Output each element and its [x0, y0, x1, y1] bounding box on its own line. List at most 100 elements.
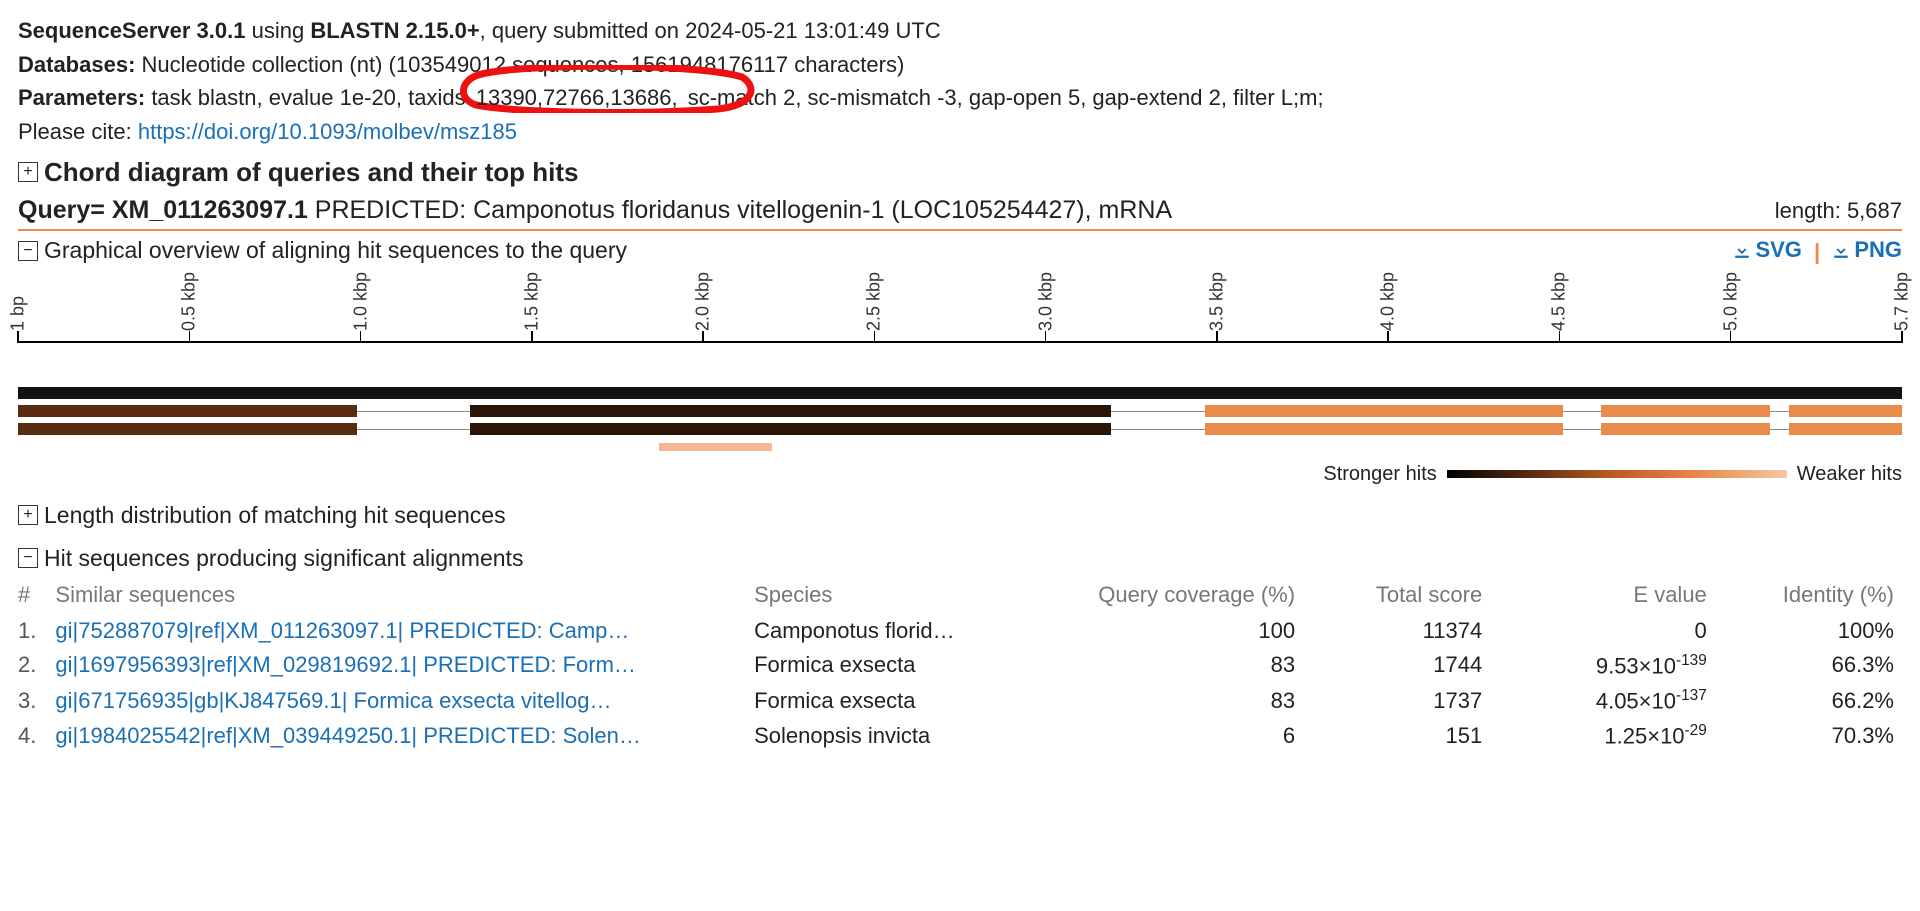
track-row — [18, 405, 1902, 419]
cite-line: Please cite: https://doi.org/10.1093/mol… — [18, 117, 1902, 147]
query-header-row: Query= XM_011263097.1 PREDICTED: Campono… — [18, 196, 1902, 231]
ruler-tick — [189, 331, 191, 343]
col-num: # — [18, 576, 55, 614]
ruler-tick — [702, 331, 704, 343]
ruler-tick — [17, 331, 19, 343]
row-index: 3. — [18, 683, 55, 718]
row-score: 1744 — [1303, 648, 1490, 683]
graphical-overview-header[interactable]: − Graphical overview of aligning hit seq… — [18, 237, 627, 264]
separator: | — [1808, 239, 1826, 264]
ruler-tick — [1216, 331, 1218, 343]
sequence-ruler: 1 bp0.5 kbp1.0 kbp1.5 kbp2.0 kbp2.5 kbp3… — [18, 271, 1902, 367]
highlight-annotation: 13390,72766,13686, — [472, 83, 682, 113]
databases-value: Nucleotide collection (nt) (103549012 se… — [142, 52, 905, 77]
query-length: length: 5,687 — [1775, 198, 1902, 224]
row-identity: 66.2% — [1715, 683, 1902, 718]
row-seq: gi|671756935|gb|KJ847569.1| Formica exse… — [55, 683, 754, 718]
table-row: 4.gi|1984025542|ref|XM_039449250.1| PRED… — [18, 718, 1902, 753]
ruler-baseline — [18, 341, 1902, 343]
row-score: 151 — [1303, 718, 1490, 753]
track-row — [18, 441, 1902, 455]
ruler-tick-label: 1 bp — [8, 296, 29, 331]
query-title: Query= XM_011263097.1 PREDICTED: Campono… — [18, 196, 1172, 225]
row-identity: 66.3% — [1715, 648, 1902, 683]
length-dist-header[interactable]: + Length distribution of matching hit se… — [18, 502, 1902, 529]
ruler-tick — [1387, 331, 1389, 343]
hit-link[interactable]: gi|1984025542|ref|XM_039449250.1| PREDIC… — [55, 723, 640, 748]
row-species: Solenopsis invicta — [754, 718, 1028, 753]
row-seq: gi|1984025542|ref|XM_039449250.1| PREDIC… — [55, 718, 754, 753]
hits-section-header[interactable]: − Hit sequences producing significant al… — [18, 545, 1902, 572]
col-species: Species — [754, 576, 1028, 614]
row-identity: 70.3% — [1715, 718, 1902, 753]
plus-icon[interactable]: + — [18, 505, 38, 525]
download-icon — [1832, 241, 1850, 259]
table-row: 1.gi|752887079|ref|XM_011263097.1| PREDI… — [18, 614, 1902, 648]
row-coverage: 83 — [1029, 648, 1303, 683]
track-row — [18, 387, 1902, 401]
row-identity: 100% — [1715, 614, 1902, 648]
ruler-tick-label: 2.0 kbp — [693, 272, 714, 331]
blast-version: BLASTN 2.15.0+ — [310, 18, 479, 43]
row-evalue: 1.25×10-29 — [1490, 718, 1715, 753]
ruler-tick — [531, 331, 533, 343]
row-seq: gi|752887079|ref|XM_011263097.1| PREDICT… — [55, 614, 754, 648]
ruler-tick-label: 4.5 kbp — [1549, 272, 1570, 331]
row-index: 1. — [18, 614, 55, 648]
hit-link[interactable]: gi|1697956393|ref|XM_029819692.1| PREDIC… — [55, 652, 636, 677]
row-seq: gi|1697956393|ref|XM_029819692.1| PREDIC… — [55, 648, 754, 683]
hit-link[interactable]: gi|752887079|ref|XM_011263097.1| PREDICT… — [55, 618, 629, 643]
col-identity: Identity (%) — [1715, 576, 1902, 614]
parameters-label: Parameters: — [18, 85, 145, 110]
download-icon — [1733, 241, 1751, 259]
parameters-pre: task blastn, evalue 1e-20, taxids — [151, 85, 465, 110]
row-score: 1737 — [1303, 683, 1490, 718]
databases-line: Databases: Nucleotide collection (nt) (1… — [18, 50, 1902, 80]
table-row: 2.gi|1697956393|ref|XM_029819692.1| PRED… — [18, 648, 1902, 683]
chord-section-header[interactable]: + Chord diagram of queries and their top… — [18, 157, 1902, 188]
row-score: 11374 — [1303, 614, 1490, 648]
ruler-tick — [1559, 331, 1561, 343]
col-score: Total score — [1303, 576, 1490, 614]
download-links: SVG | PNG — [1733, 237, 1902, 265]
legend-gradient — [1447, 470, 1787, 478]
ruler-tick-label: 4.0 kbp — [1378, 272, 1399, 331]
col-coverage: Query coverage (%) — [1029, 576, 1303, 614]
hit-link[interactable]: gi|671756935|gb|KJ847569.1| Formica exse… — [55, 688, 611, 713]
ruler-tick-label: 1.0 kbp — [350, 272, 371, 331]
cite-label: Please cite: — [18, 119, 132, 144]
hits-table: # Similar sequences Species Query covera… — [18, 576, 1902, 754]
ruler-tick-label: 5.0 kbp — [1720, 272, 1741, 331]
download-png-link[interactable]: PNG — [1832, 237, 1902, 263]
ruler-tick-label: 1.5 kbp — [521, 272, 542, 331]
legend-weak-label: Weaker hits — [1797, 463, 1902, 486]
minus-icon[interactable]: − — [18, 241, 38, 261]
minus-icon[interactable]: − — [18, 548, 38, 568]
ruler-tick — [1901, 331, 1903, 343]
parameters-post: sc-match 2, sc-mismatch -3, gap-open 5, … — [688, 85, 1324, 110]
databases-label: Databases: — [18, 52, 135, 77]
doi-link[interactable]: https://doi.org/10.1093/molbev/msz185 — [138, 119, 517, 144]
parameters-highlight: 13390,72766,13686, — [472, 85, 682, 110]
ruler-tick — [1045, 331, 1047, 343]
col-evalue: E value — [1490, 576, 1715, 614]
row-evalue: 9.53×10-139 — [1490, 648, 1715, 683]
row-species: Camponotus florid… — [754, 614, 1028, 648]
row-coverage: 6 — [1029, 718, 1303, 753]
table-row: 3.gi|671756935|gb|KJ847569.1| Formica ex… — [18, 683, 1902, 718]
legend-strong-label: Stronger hits — [1323, 463, 1436, 486]
ruler-tick — [874, 331, 876, 343]
row-coverage: 83 — [1029, 683, 1303, 718]
row-species: Formica exsecta — [754, 648, 1028, 683]
app-meta-line: SequenceServer 3.0.1 using BLASTN 2.15.0… — [18, 16, 1902, 46]
ruler-tick-label: 3.5 kbp — [1206, 272, 1227, 331]
table-header-row: # Similar sequences Species Query covera… — [18, 576, 1902, 614]
plus-icon[interactable]: + — [18, 162, 38, 182]
download-svg-link[interactable]: SVG — [1733, 237, 1801, 263]
ruler-tick-label: 3.0 kbp — [1035, 272, 1056, 331]
col-seq: Similar sequences — [55, 576, 754, 614]
chord-title: Chord diagram of queries and their top h… — [44, 157, 579, 188]
row-index: 2. — [18, 648, 55, 683]
ruler-tick-label: 2.5 kbp — [864, 272, 885, 331]
track-row — [18, 423, 1902, 437]
